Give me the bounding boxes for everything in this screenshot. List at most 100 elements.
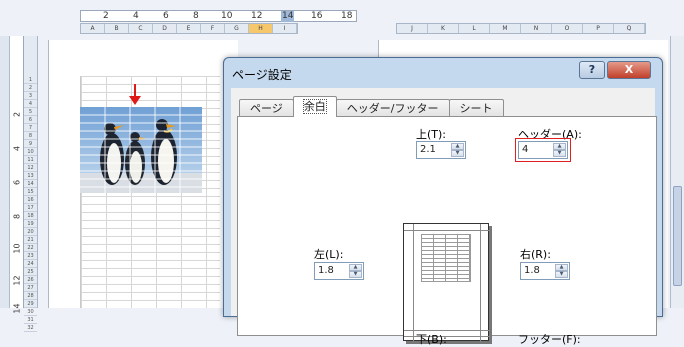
column-header-a[interactable]: A — [81, 24, 105, 33]
vertical-ruler-tick: 6 — [12, 179, 22, 186]
column-header-c[interactable]: C — [129, 24, 153, 33]
spin-down-icon[interactable]: ▼ — [555, 271, 568, 278]
column-header-right: J K L M N O P Q — [396, 23, 646, 34]
red-arrow-icon — [129, 84, 141, 105]
horizontal-ruler: 2 4 6 8 10 12 14 16 18 — [80, 10, 357, 22]
row-header: 1 2 3 4 5 6 7 8 9 10 11 12 13 14 15 16 17 18 19 20 21 22 23 24 2… — [24, 36, 38, 332]
vertical-ruler-tick: 14 — [12, 303, 22, 314]
row-header-cell[interactable]: 2 — [24, 84, 37, 92]
row-header-cell[interactable]: 14 — [24, 180, 37, 188]
row-header-cell[interactable]: 32 — [24, 324, 37, 332]
bottom-margin-label: 下(B): — [416, 333, 447, 346]
row-header-cell[interactable]: 3 — [24, 92, 37, 100]
left-margin-value[interactable]: 1.8 — [318, 265, 334, 276]
tab-strip: ページ 余白 ヘッダー/フッター シート — [239, 96, 504, 117]
column-header-k[interactable]: K — [428, 24, 459, 33]
penguin-picture[interactable] — [80, 107, 202, 193]
row-header-cell[interactable]: 18 — [24, 212, 37, 220]
vertical-ruler-tick: 12 — [12, 275, 22, 286]
row-header-cell[interactable]: 19 — [24, 220, 37, 228]
tab-sheet[interactable]: シート — [448, 99, 504, 117]
row-header-cell[interactable]: 22 — [24, 244, 37, 252]
ruler-tick: 2 — [103, 11, 109, 21]
row-header-cell[interactable]: 5 — [24, 108, 37, 116]
vertical-ruler-tick: 8 — [12, 213, 22, 220]
spin-up-icon[interactable]: ▲ — [349, 264, 362, 271]
preview-table — [421, 234, 471, 282]
left-margin-strip — [0, 36, 10, 308]
row-header-cell[interactable]: 21 — [24, 236, 37, 244]
column-header-f[interactable]: F — [201, 24, 225, 33]
row-header-cell[interactable]: 27 — [24, 284, 37, 292]
tab-margins[interactable]: 余白 — [292, 96, 337, 117]
row-header-cell[interactable]: 11 — [24, 156, 37, 164]
ruler-tick: 12 — [251, 11, 263, 21]
column-header-g[interactable]: G — [225, 24, 249, 33]
right-margin-spinner[interactable]: 1.8 ▲ ▼ — [520, 262, 570, 280]
column-header-p[interactable]: P — [583, 24, 614, 33]
row-header-cell[interactable]: 12 — [24, 164, 37, 172]
row-header-cell[interactable]: 16 — [24, 196, 37, 204]
column-header-h[interactable]: H — [249, 24, 273, 33]
spin-up-icon[interactable]: ▲ — [451, 143, 464, 150]
row-header-cell[interactable]: 17 — [24, 204, 37, 212]
right-margin-label: 右(R): — [520, 248, 551, 261]
row-header-cell[interactable]: 4 — [24, 100, 37, 108]
spin-down-icon[interactable]: ▼ — [349, 271, 362, 278]
top-margin-label: 上(T): — [416, 128, 447, 141]
row-header-cell[interactable]: 7 — [24, 124, 37, 132]
close-button[interactable]: X — [607, 61, 651, 79]
ruler-tick: 10 — [221, 11, 233, 21]
row-header-cell[interactable]: 1 — [24, 76, 37, 84]
tab-header-footer[interactable]: ヘッダー/フッター — [335, 99, 450, 117]
column-header-n[interactable]: N — [521, 24, 552, 33]
column-header-m[interactable]: M — [490, 24, 521, 33]
dialog-title-bar[interactable]: ページ設定 ? X — [224, 58, 662, 88]
tab-label: 余白 — [302, 99, 327, 114]
row-header-cell[interactable]: 15 — [24, 188, 37, 196]
row-header-cell[interactable]: 6 — [24, 116, 37, 124]
top-margin-value[interactable]: 2.1 — [420, 144, 436, 155]
left-margin-spinner[interactable]: 1.8 ▲ ▼ — [314, 262, 364, 280]
dialog-body: ページ 余白 ヘッダー/フッター シート 上(T): 2.1 ▲ ▼ ヘッダー(A… — [231, 88, 657, 346]
row-header-cell[interactable]: 9 — [24, 140, 37, 148]
vertical-scrollbar[interactable] — [670, 36, 684, 308]
ruler-tick: 4 — [133, 11, 139, 21]
row-header-cell[interactable]: 8 — [24, 132, 37, 140]
help-button[interactable]: ? — [579, 61, 605, 79]
column-header-d[interactable]: D — [153, 24, 177, 33]
column-header-q[interactable]: Q — [614, 24, 645, 33]
row-header-cell[interactable]: 30 — [24, 308, 37, 316]
row-header-cell[interactable]: 28 — [24, 292, 37, 300]
row-header-cell[interactable]: 29 — [24, 300, 37, 308]
row-header-cell[interactable]: 26 — [24, 276, 37, 284]
tab-label: ヘッダー/フッター — [346, 102, 439, 115]
ruler-tick-selected: 14 — [281, 11, 295, 22]
header-highlight-box — [515, 138, 571, 162]
tab-label: ページ — [250, 102, 283, 115]
row-header-cell[interactable]: 25 — [24, 268, 37, 276]
row-header-cell[interactable]: 10 — [24, 148, 37, 156]
column-header-j[interactable]: J — [397, 24, 428, 33]
preview-margin-line — [404, 230, 490, 231]
tab-page[interactable]: ページ — [239, 99, 294, 117]
column-header-o[interactable]: O — [552, 24, 583, 33]
row-header-cell[interactable]: 20 — [24, 228, 37, 236]
spin-up-icon[interactable]: ▲ — [555, 264, 568, 271]
column-header-e[interactable]: E — [177, 24, 201, 33]
row-header-cell[interactable]: 24 — [24, 260, 37, 268]
row-header-cell[interactable]: 23 — [24, 252, 37, 260]
column-header-b[interactable]: B — [105, 24, 129, 33]
column-header-l[interactable]: L — [459, 24, 490, 33]
row-header-cell[interactable]: 31 — [24, 316, 37, 324]
ruler-tick: 18 — [341, 11, 353, 21]
right-margin-value[interactable]: 1.8 — [524, 265, 540, 276]
scrollbar-thumb[interactable] — [673, 186, 682, 286]
penguin-photo — [80, 107, 202, 193]
spin-down-icon[interactable]: ▼ — [451, 150, 464, 157]
dialog-title: ページ設定 — [232, 68, 292, 82]
vertical-ruler-tick: 10 — [12, 243, 22, 254]
column-header-i[interactable]: I — [273, 24, 297, 33]
top-margin-spinner[interactable]: 2.1 ▲ ▼ — [416, 141, 466, 159]
row-header-cell[interactable]: 13 — [24, 172, 37, 180]
